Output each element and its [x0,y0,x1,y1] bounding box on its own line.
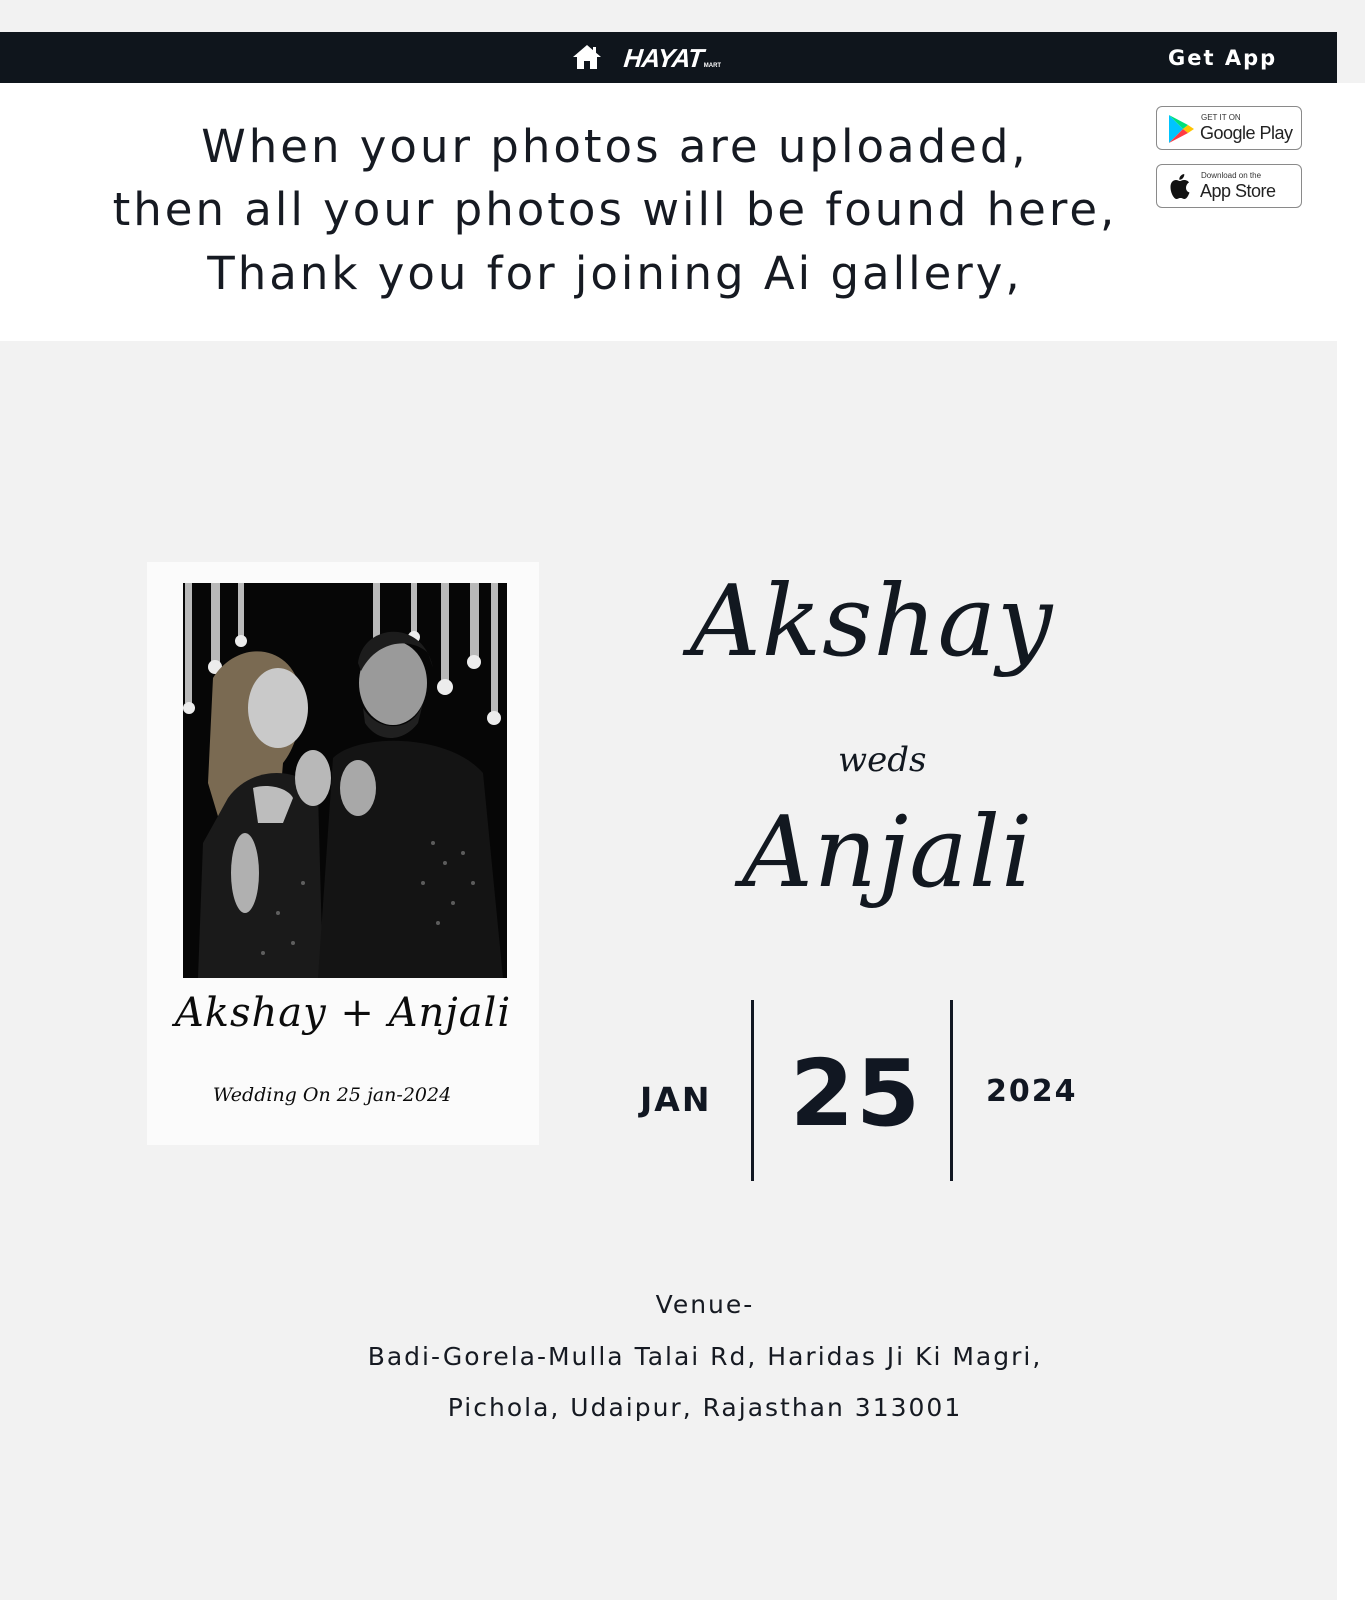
google-play-badge[interactable]: GET IT ON Google Play [1156,106,1302,150]
groom-name: Akshay [690,565,1054,679]
polaroid-couple-names: Akshay + Anjali [174,990,512,1036]
scroll-edge [1337,83,1365,1600]
weds-text: weds [838,740,927,780]
get-app-button[interactable]: Get App [1168,46,1277,70]
venue-address-line-1: Badi-Gorela-Mulla Talai Rd, Haridas Ji K… [367,1342,1043,1371]
polaroid-wedding-date: Wedding On 25 jan-2024 [212,1084,452,1106]
couple-photo-illustration [183,583,507,978]
venue-address-line-2: Pichola, Udaipur, Rajasthan 313001 [447,1393,963,1422]
notice-line-1: When your photos are uploaded, [201,120,1029,173]
badge-small-text: Download on the [1201,171,1262,180]
brand-logo[interactable]: HAYAT MART [622,41,722,73]
home-icon[interactable] [572,44,602,70]
date-divider-left [751,1000,754,1181]
top-nav-bar: HAYAT MART Get App [0,32,1337,83]
date-month: JAN [640,1080,712,1119]
google-play-icon [1169,115,1194,143]
venue-label: Venue- [655,1290,755,1319]
notice-line-2: then all your photos will be found here, [112,183,1118,236]
badge-big-text: App Store [1200,181,1276,201]
notice-line-3: Thank you for joining Ai gallery, [207,247,1023,300]
date-year: 2024 [986,1074,1078,1109]
apple-icon [1170,174,1190,199]
bride-name: Anjali [742,796,1034,910]
brand-name: HAYAT [622,43,705,73]
brand-suffix: MART [703,63,722,69]
date-day: 25 [790,1040,923,1147]
couple-photo [183,583,507,978]
notice-banner: When your photos are uploaded, then all … [0,83,1337,341]
badge-small-text: GET IT ON [1201,113,1241,122]
badge-big-text: Google Play [1200,123,1293,143]
app-store-badge[interactable]: Download on the App Store [1156,164,1302,208]
date-divider-right [950,1000,953,1181]
page: HAYAT MART Get App When your photos are … [0,0,1365,1600]
polaroid-card: Akshay + Anjali Wedding On 25 jan-2024 [147,562,539,1145]
